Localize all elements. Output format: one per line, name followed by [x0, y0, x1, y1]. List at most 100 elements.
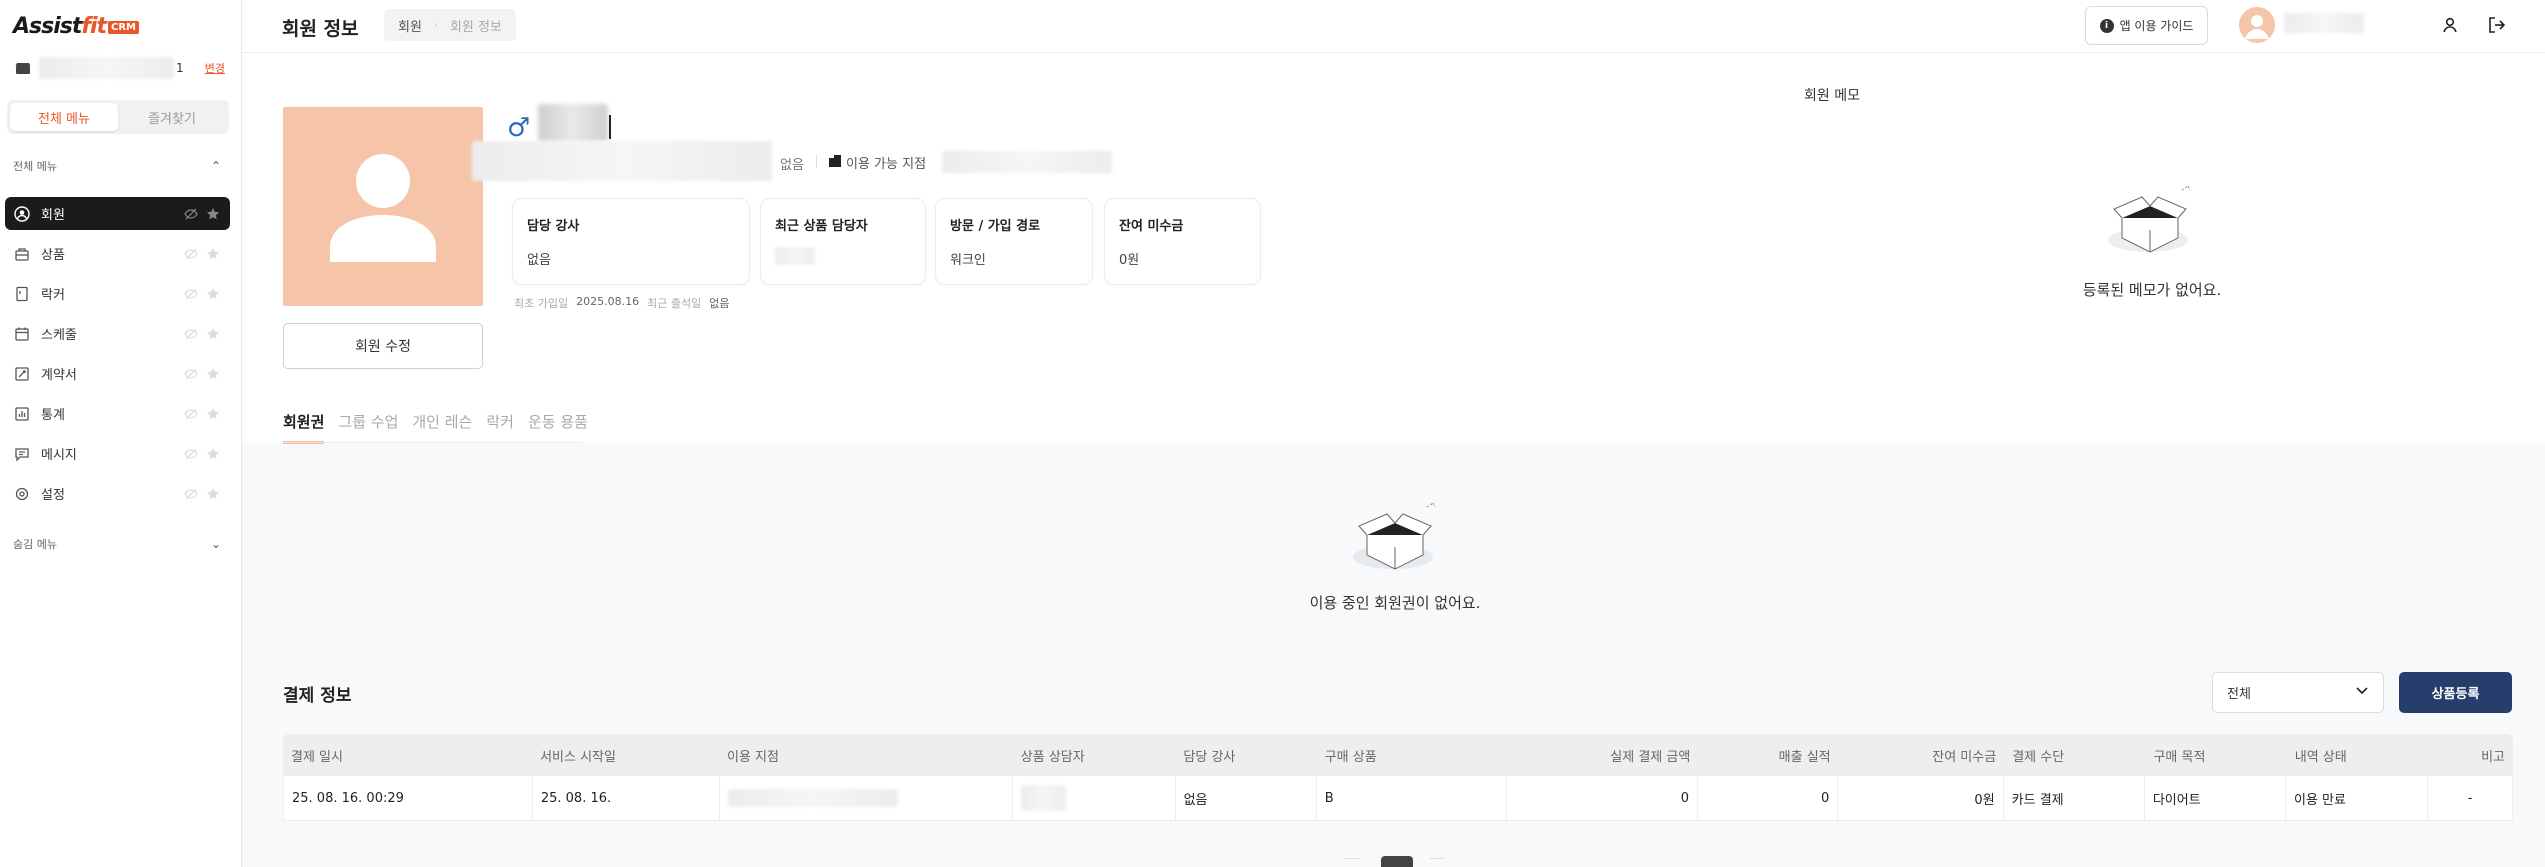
nav-list: 회원 상품 락커 스케줄 계약서 통계 메시지 설정	[5, 197, 230, 517]
sidebar-item-label: 계약서	[41, 368, 77, 383]
product-box-icon	[13, 245, 31, 263]
sidebar-item-member[interactable]: 회원	[5, 197, 230, 230]
member-name-redacted	[538, 104, 608, 142]
pagination-prev[interactable]	[1345, 858, 1359, 867]
member-contact-redacted	[472, 141, 772, 181]
all-menu-section[interactable]: 전체 메뉴 ⌃	[13, 158, 221, 174]
avatar[interactable]	[2239, 7, 2275, 43]
col-sales: 매출 실적	[1778, 749, 1831, 765]
sidebar-item-label: 상품	[41, 248, 65, 263]
all-menu-heading: 전체 메뉴	[13, 160, 57, 173]
pagination-next[interactable]	[1430, 858, 1444, 867]
star-icon[interactable]	[204, 365, 222, 383]
filter-value: 전체	[2227, 687, 2251, 702]
card-value: 워크인	[950, 253, 986, 268]
page-title: 회원 정보	[282, 18, 359, 40]
chevron-down-icon: ⌄	[210, 537, 221, 551]
breadcrumb-member[interactable]: 회원	[398, 16, 422, 35]
contract-icon	[13, 365, 31, 383]
member-contact-line: 없음 이용 가능 지점	[472, 141, 1112, 181]
edit-member-button[interactable]: 회원 수정	[283, 323, 483, 369]
col-service-start: 서비스 시작일	[540, 749, 616, 765]
toggle-favorites[interactable]: 즐겨찾기	[118, 103, 226, 131]
col-paid-at: 결제 일시	[291, 749, 343, 765]
col-note: 비고	[2481, 749, 2505, 765]
star-icon[interactable]	[204, 205, 222, 223]
star-icon[interactable]	[204, 485, 222, 503]
eye-off-icon[interactable]	[182, 245, 200, 263]
sidebar-item-label: 락커	[41, 288, 65, 303]
app-guide-label: 앱 이용 가이드	[2119, 19, 2194, 33]
sidebar-item-settings[interactable]: 설정	[5, 477, 230, 510]
card-unpaid: 잔여 미수금 0원	[1104, 198, 1261, 285]
card-label: 방문 / 가입 경로	[950, 219, 1041, 234]
first-visit-value: 2025.08.16	[576, 295, 640, 308]
eye-off-icon[interactable]	[182, 445, 200, 463]
star-icon[interactable]	[204, 285, 222, 303]
branch-redacted	[727, 789, 898, 807]
col-instructor: 담당 강사	[1183, 749, 1236, 765]
col-status: 내역 상태	[2294, 749, 2347, 765]
cell-paid-at: 25. 08. 16. 00:29	[284, 775, 533, 821]
table-header: 결제 일시 서비스 시작일 이용 지점 상품 상담자 담당 강사 구매 상품 실…	[283, 734, 2513, 776]
chevron-down-icon	[2355, 685, 2369, 700]
user-circle-icon	[13, 205, 31, 223]
col-product: 구매 상품	[1324, 749, 1377, 765]
male-gender-icon: ♂	[507, 113, 531, 143]
toggle-all-menu[interactable]: 전체 메뉴	[10, 103, 118, 131]
available-branch-label: 이용 가능 지점	[846, 157, 927, 172]
divider	[816, 155, 817, 168]
locker-icon	[13, 285, 31, 303]
memo-empty-message: 등록된 메모가 없어요.	[2082, 281, 2222, 299]
last-attend-label: 최근 출석일	[647, 297, 702, 310]
star-icon[interactable]	[204, 405, 222, 423]
member-tabs: 회원권 그룹 수업 개인 레슨 락커 운동 용품	[283, 406, 588, 444]
cell-service-start: 25. 08. 16.	[533, 775, 720, 821]
table-row[interactable]: 25. 08. 16. 00:29 25. 08. 16. 없음 B 0 0 0…	[283, 775, 2513, 821]
tab-locker[interactable]: 락커	[486, 406, 514, 444]
sidebar-item-statistics[interactable]: 통계	[5, 397, 230, 430]
tab-group-class[interactable]: 그룹 수업	[338, 406, 398, 444]
pagination-current-page[interactable]	[1381, 856, 1413, 867]
sidebar-item-label: 메시지	[41, 448, 77, 463]
eye-off-icon[interactable]	[182, 205, 200, 223]
card-label: 잔여 미수금	[1119, 219, 1184, 234]
sidebar-item-product[interactable]: 상품	[5, 237, 230, 270]
star-icon[interactable]	[204, 445, 222, 463]
col-actual-amount: 실제 결제 금액	[1610, 749, 1691, 765]
eye-off-icon[interactable]	[182, 365, 200, 383]
tabs-underline	[283, 442, 583, 443]
eye-off-icon[interactable]	[182, 485, 200, 503]
main-content: 회원 수정 ♂ 없음 이용 가능 지점 담당 강사 없음 최근 상품 담당자 방…	[242, 53, 2545, 867]
branch-suffix: 1	[176, 61, 184, 75]
eye-off-icon[interactable]	[182, 285, 200, 303]
sidebar-item-label: 회원	[41, 208, 65, 223]
tab-membership[interactable]: 회원권	[283, 406, 325, 444]
first-visit-label: 최초 가입일	[514, 297, 569, 310]
text-cursor	[609, 115, 611, 139]
cell-note: -	[2467, 790, 2473, 806]
eye-off-icon[interactable]	[182, 405, 200, 423]
cell-method: 카드 결제	[2004, 775, 2145, 821]
star-icon[interactable]	[204, 325, 222, 343]
star-icon[interactable]	[204, 245, 222, 263]
logout-icon[interactable]	[2485, 13, 2509, 37]
app-logo[interactable]: Assistfit CRM	[13, 14, 140, 39]
branch-change-link[interactable]: 변경	[205, 60, 225, 76]
sidebar-item-message[interactable]: 메시지	[5, 437, 230, 470]
sidebar-item-contract[interactable]: 계약서	[5, 357, 230, 390]
cell-product: B	[1317, 775, 1508, 821]
app-guide-button[interactable]: i 앱 이용 가이드	[2085, 6, 2208, 45]
profile-icon[interactable]	[2438, 13, 2462, 37]
eye-off-icon[interactable]	[182, 325, 200, 343]
tab-personal-lesson[interactable]: 개인 레슨	[412, 406, 472, 444]
hidden-menu-section[interactable]: 숨김 메뉴 ⌄	[13, 536, 221, 552]
tab-equipment[interactable]: 운동 용품	[528, 406, 588, 444]
register-product-button[interactable]: 상품등록	[2399, 672, 2512, 713]
building-icon	[829, 155, 841, 167]
sidebar-item-locker[interactable]: 락커	[5, 277, 230, 310]
info-icon: i	[2099, 18, 2114, 33]
payment-filter-select[interactable]: 전체	[2212, 672, 2384, 713]
card-label: 담당 강사	[527, 219, 580, 234]
sidebar-item-schedule[interactable]: 스케줄	[5, 317, 230, 350]
